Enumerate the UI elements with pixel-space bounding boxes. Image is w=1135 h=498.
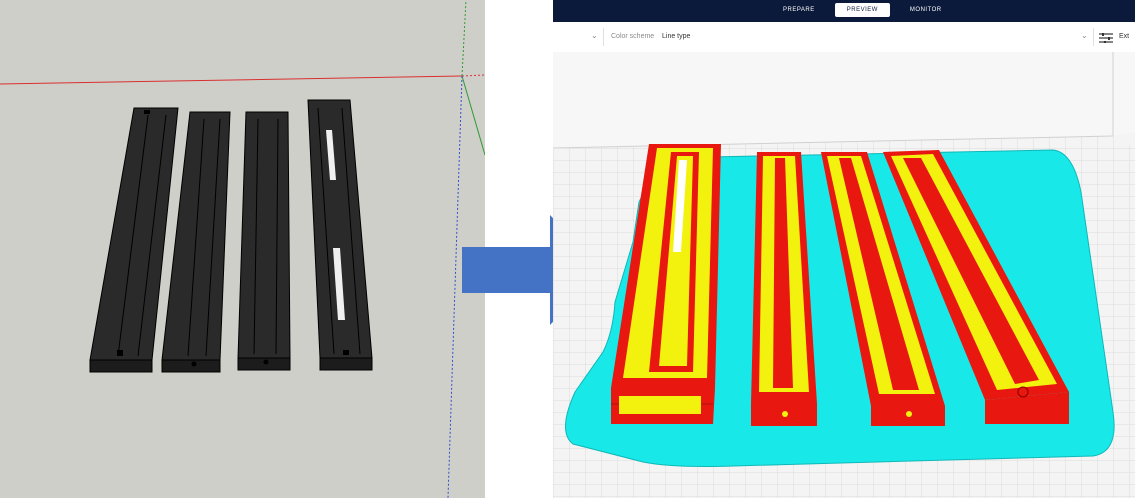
build-plate-viewport[interactable] <box>553 52 1135 498</box>
green-axis <box>461 0 467 77</box>
settings-sliders-icon[interactable] <box>1099 33 1113 43</box>
tab-preview[interactable]: PREVIEW <box>834 3 890 17</box>
color-scheme-label: Color scheme <box>611 33 655 40</box>
tab-prepare[interactable]: PREPARE <box>771 3 827 17</box>
color-scheme-select[interactable]: Line type <box>662 33 690 40</box>
cad-scene <box>0 0 485 498</box>
cad-viewport[interactable] <box>0 0 485 498</box>
stage-tabs: PREPARE PREVIEW MONITOR <box>771 3 954 19</box>
blue-axis <box>447 75 463 498</box>
stage-menu-bar: PREPARE PREVIEW MONITOR <box>553 0 1135 22</box>
view-toolbar: ⌄ Color scheme Line type ⌄ Ext <box>553 22 1135 53</box>
chevron-down-icon[interactable]: ⌄ <box>591 31 598 40</box>
cad-rail-4[interactable] <box>307 99 373 371</box>
chevron-down-icon[interactable]: ⌄ <box>1081 31 1088 40</box>
print-settings-label[interactable]: Ext <box>1119 33 1129 40</box>
green-axis-solid <box>461 75 485 156</box>
slicer-window: PREPARE PREVIEW MONITOR ⌄ Color scheme L… <box>553 0 1135 498</box>
red-axis <box>0 75 463 85</box>
build-volume-back-wall <box>553 52 1135 148</box>
cad-rail-3[interactable] <box>237 111 291 371</box>
tab-monitor[interactable]: MONITOR <box>898 3 954 17</box>
red-axis-dashed <box>461 74 485 77</box>
toolbar-divider <box>603 28 604 46</box>
toolbar-divider <box>1093 28 1094 46</box>
